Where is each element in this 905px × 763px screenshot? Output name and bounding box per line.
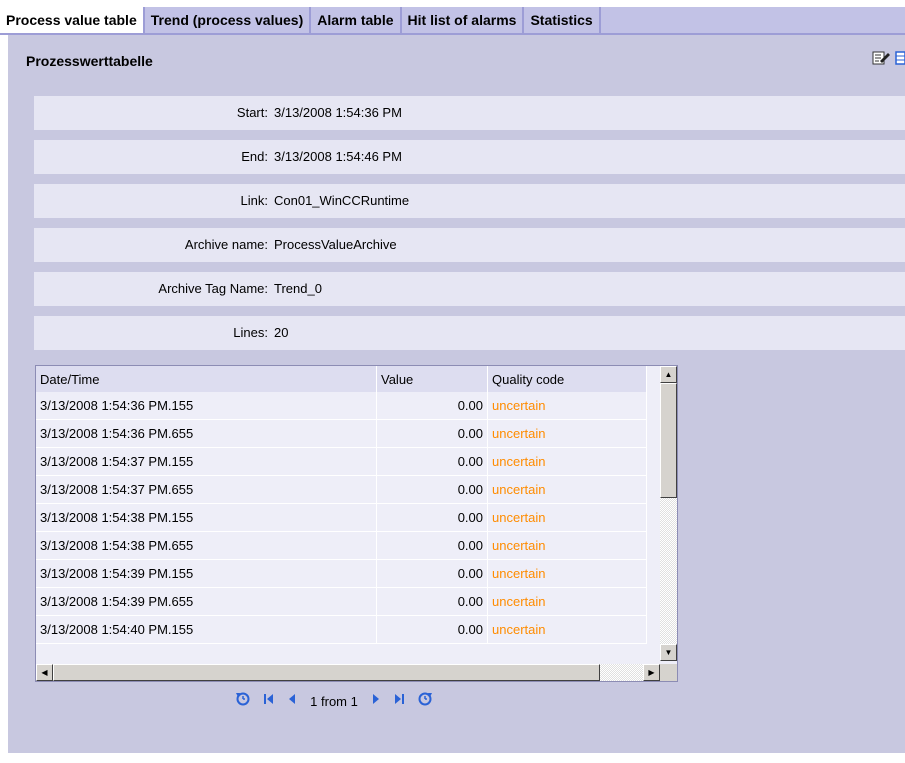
cell-value: 0.00 xyxy=(376,587,488,616)
info-row-end: End: 3/13/2008 1:54:46 PM xyxy=(34,140,905,174)
table-row[interactable]: 3/13/2008 1:54:36 PM.655 0.00 uncertain xyxy=(36,419,647,448)
vertical-scrollbar[interactable]: ▲ ▼ xyxy=(660,366,677,661)
cell-date-time: 3/13/2008 1:54:37 PM.155 xyxy=(36,447,377,476)
cell-date-time: 3/13/2008 1:54:38 PM.155 xyxy=(36,503,377,532)
cell-quality-code: uncertain xyxy=(487,559,647,588)
info-row-lines: Lines: 20 xyxy=(34,316,905,350)
table-row[interactable]: 3/13/2008 1:54:38 PM.155 0.00 uncertain xyxy=(36,503,647,532)
info-label: Archive name: xyxy=(184,237,268,252)
scroll-down-arrow-icon[interactable]: ▼ xyxy=(660,644,677,661)
cell-value: 0.00 xyxy=(376,559,488,588)
horizontal-scrollbar[interactable]: ◀ ▶ xyxy=(36,664,660,681)
tab-statistics[interactable]: Statistics xyxy=(524,7,601,33)
info-row-archive-name: Archive name: ProcessValueArchive xyxy=(34,228,905,262)
vertical-scroll-thumb[interactable] xyxy=(660,383,677,498)
data-table: Date/Time Value Quality code 3/13/2008 1… xyxy=(36,366,647,644)
cell-date-time: 3/13/2008 1:54:36 PM.155 xyxy=(36,392,377,420)
column-header-value[interactable]: Value xyxy=(376,366,488,392)
horizontal-scroll-thumb[interactable] xyxy=(53,664,600,681)
cell-quality-code: uncertain xyxy=(487,615,647,644)
cell-quality-code: uncertain xyxy=(487,587,647,616)
cell-value: 0.00 xyxy=(376,531,488,560)
table-row[interactable]: 3/13/2008 1:54:39 PM.655 0.00 uncertain xyxy=(36,587,647,616)
cell-quality-code: uncertain xyxy=(487,419,647,448)
info-value: 3/13/2008 1:54:46 PM xyxy=(274,149,402,164)
tab-alarm-table[interactable]: Alarm table xyxy=(311,7,402,33)
report-panel: Prozesswerttabelle Start: 3/13/2008 1:54… xyxy=(8,35,905,753)
refresh-back-icon[interactable] xyxy=(235,690,251,713)
cell-value: 0.00 xyxy=(376,503,488,532)
cell-value: 0.00 xyxy=(376,615,488,644)
scrollbar-corner xyxy=(660,664,677,681)
scroll-left-arrow-icon[interactable]: ◀ xyxy=(36,664,53,681)
info-row-link: Link: Con01_WinCCRuntime xyxy=(34,184,905,218)
table-row[interactable]: 3/13/2008 1:54:37 PM.155 0.00 uncertain xyxy=(36,447,647,476)
cell-quality-code: uncertain xyxy=(487,503,647,532)
previous-page-icon[interactable] xyxy=(287,691,297,713)
cell-quality-code: uncertain xyxy=(487,447,647,476)
next-page-icon[interactable] xyxy=(371,691,381,713)
tab-hit-list-of-alarms[interactable]: Hit list of alarms xyxy=(402,7,525,33)
info-label: Link: xyxy=(240,193,268,208)
cell-quality-code: uncertain xyxy=(487,531,647,560)
table-row[interactable]: 3/13/2008 1:54:40 PM.155 0.00 uncertain xyxy=(36,615,647,644)
tab-trend-process-values[interactable]: Trend (process values) xyxy=(145,7,312,33)
info-label: Start: xyxy=(236,105,268,120)
tab-process-value-table[interactable]: Process value table xyxy=(0,7,145,33)
info-label: Lines: xyxy=(233,325,268,340)
table-row[interactable]: 3/13/2008 1:54:36 PM.155 0.00 uncertain xyxy=(36,392,647,420)
cell-value: 0.00 xyxy=(376,392,488,420)
scroll-right-arrow-icon[interactable]: ▶ xyxy=(643,664,660,681)
cell-date-time: 3/13/2008 1:54:39 PM.155 xyxy=(36,559,377,588)
cell-date-time: 3/13/2008 1:54:38 PM.655 xyxy=(36,531,377,560)
edit-icon[interactable] xyxy=(871,49,891,70)
info-value: ProcessValueArchive xyxy=(274,237,397,252)
page-indicator: 1 from 1 xyxy=(310,693,358,709)
cell-value: 0.00 xyxy=(376,419,488,448)
column-header-quality-code[interactable]: Quality code xyxy=(487,366,647,392)
info-value: Trend_0 xyxy=(274,281,322,296)
scroll-up-arrow-icon[interactable]: ▲ xyxy=(660,366,677,383)
cell-date-time: 3/13/2008 1:54:39 PM.655 xyxy=(36,587,377,616)
cell-value: 0.00 xyxy=(376,475,488,504)
panel-toolbar xyxy=(871,49,905,69)
table-row[interactable]: 3/13/2008 1:54:39 PM.155 0.00 uncertain xyxy=(36,559,647,588)
info-value: 20 xyxy=(274,325,289,340)
refresh-forward-icon[interactable] xyxy=(417,690,433,713)
cell-date-time: 3/13/2008 1:54:36 PM.655 xyxy=(36,419,377,448)
layout-icon[interactable] xyxy=(895,49,905,70)
last-page-icon[interactable] xyxy=(393,691,405,713)
cell-date-time: 3/13/2008 1:54:40 PM.155 xyxy=(36,615,377,644)
panel-title: Prozesswerttabelle xyxy=(26,53,153,69)
column-header-date-time[interactable]: Date/Time xyxy=(36,366,377,392)
cell-date-time: 3/13/2008 1:54:37 PM.655 xyxy=(36,475,377,504)
cell-quality-code: uncertain xyxy=(487,475,647,504)
info-value: 3/13/2008 1:54:36 PM xyxy=(274,105,402,120)
first-page-icon[interactable] xyxy=(263,691,275,713)
info-value: Con01_WinCCRuntime xyxy=(274,193,410,208)
tab-bar: Process value table Trend (process values… xyxy=(0,7,905,35)
info-row-start: Start: 3/13/2008 1:54:36 PM xyxy=(34,96,905,130)
table-row[interactable]: 3/13/2008 1:54:37 PM.655 0.00 uncertain xyxy=(36,475,647,504)
info-row-archive-tag-name: Archive Tag Name: Trend_0 xyxy=(34,272,905,306)
cell-quality-code: uncertain xyxy=(487,392,647,420)
pager: 1 from 1 xyxy=(8,690,660,712)
info-label: End: xyxy=(241,149,268,164)
table-row[interactable]: 3/13/2008 1:54:38 PM.655 0.00 uncertain xyxy=(36,531,647,560)
cell-value: 0.00 xyxy=(376,447,488,476)
process-value-grid[interactable]: Date/Time Value Quality code 3/13/2008 1… xyxy=(35,365,678,682)
info-label: Archive Tag Name: xyxy=(158,281,268,296)
